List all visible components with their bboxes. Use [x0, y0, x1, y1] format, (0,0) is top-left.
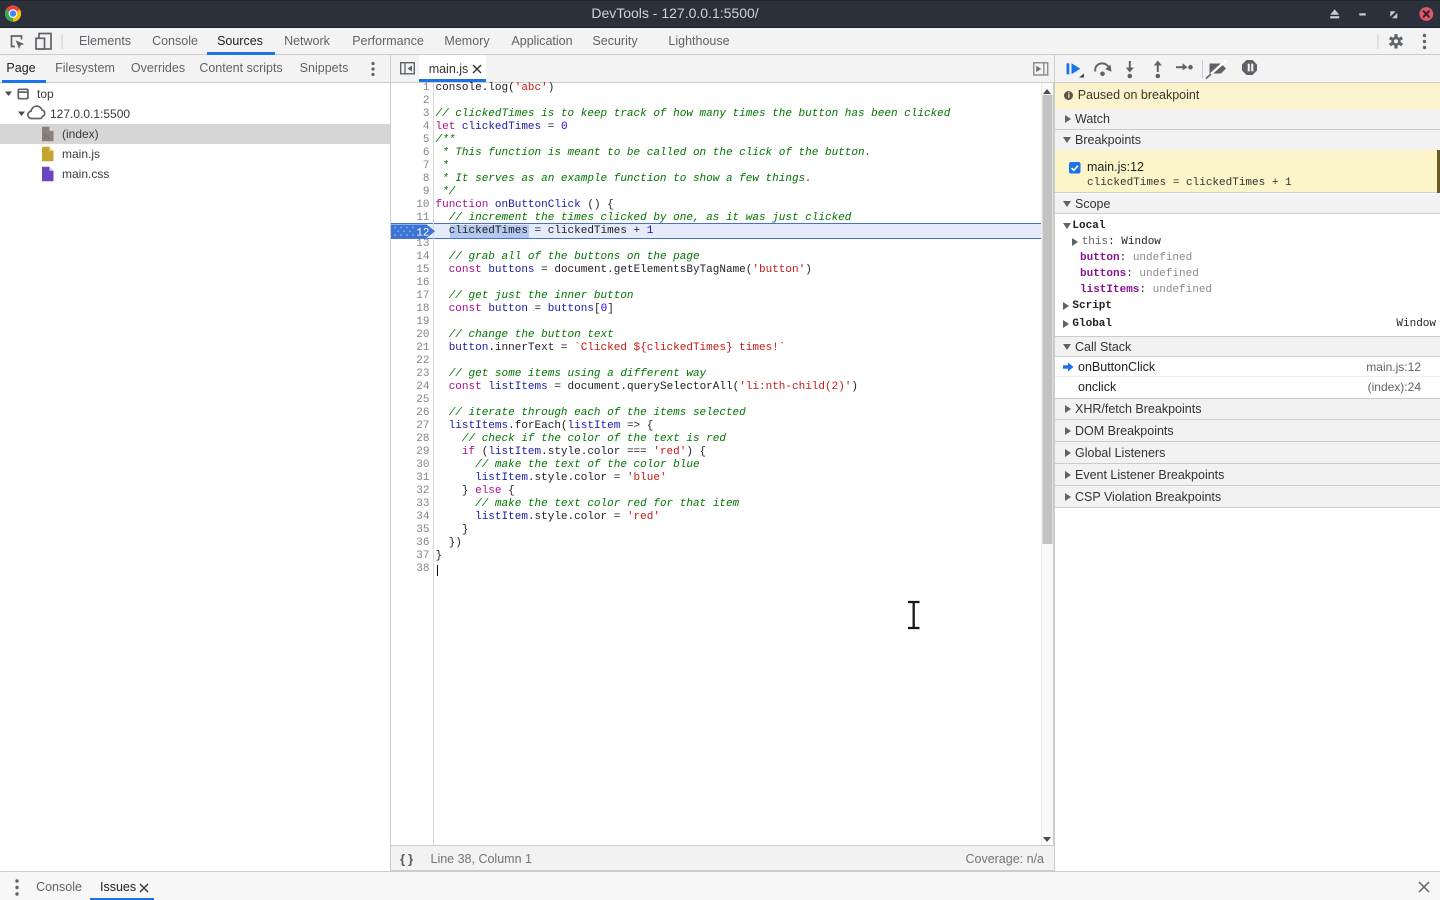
svg-text:12: 12: [416, 227, 429, 238]
